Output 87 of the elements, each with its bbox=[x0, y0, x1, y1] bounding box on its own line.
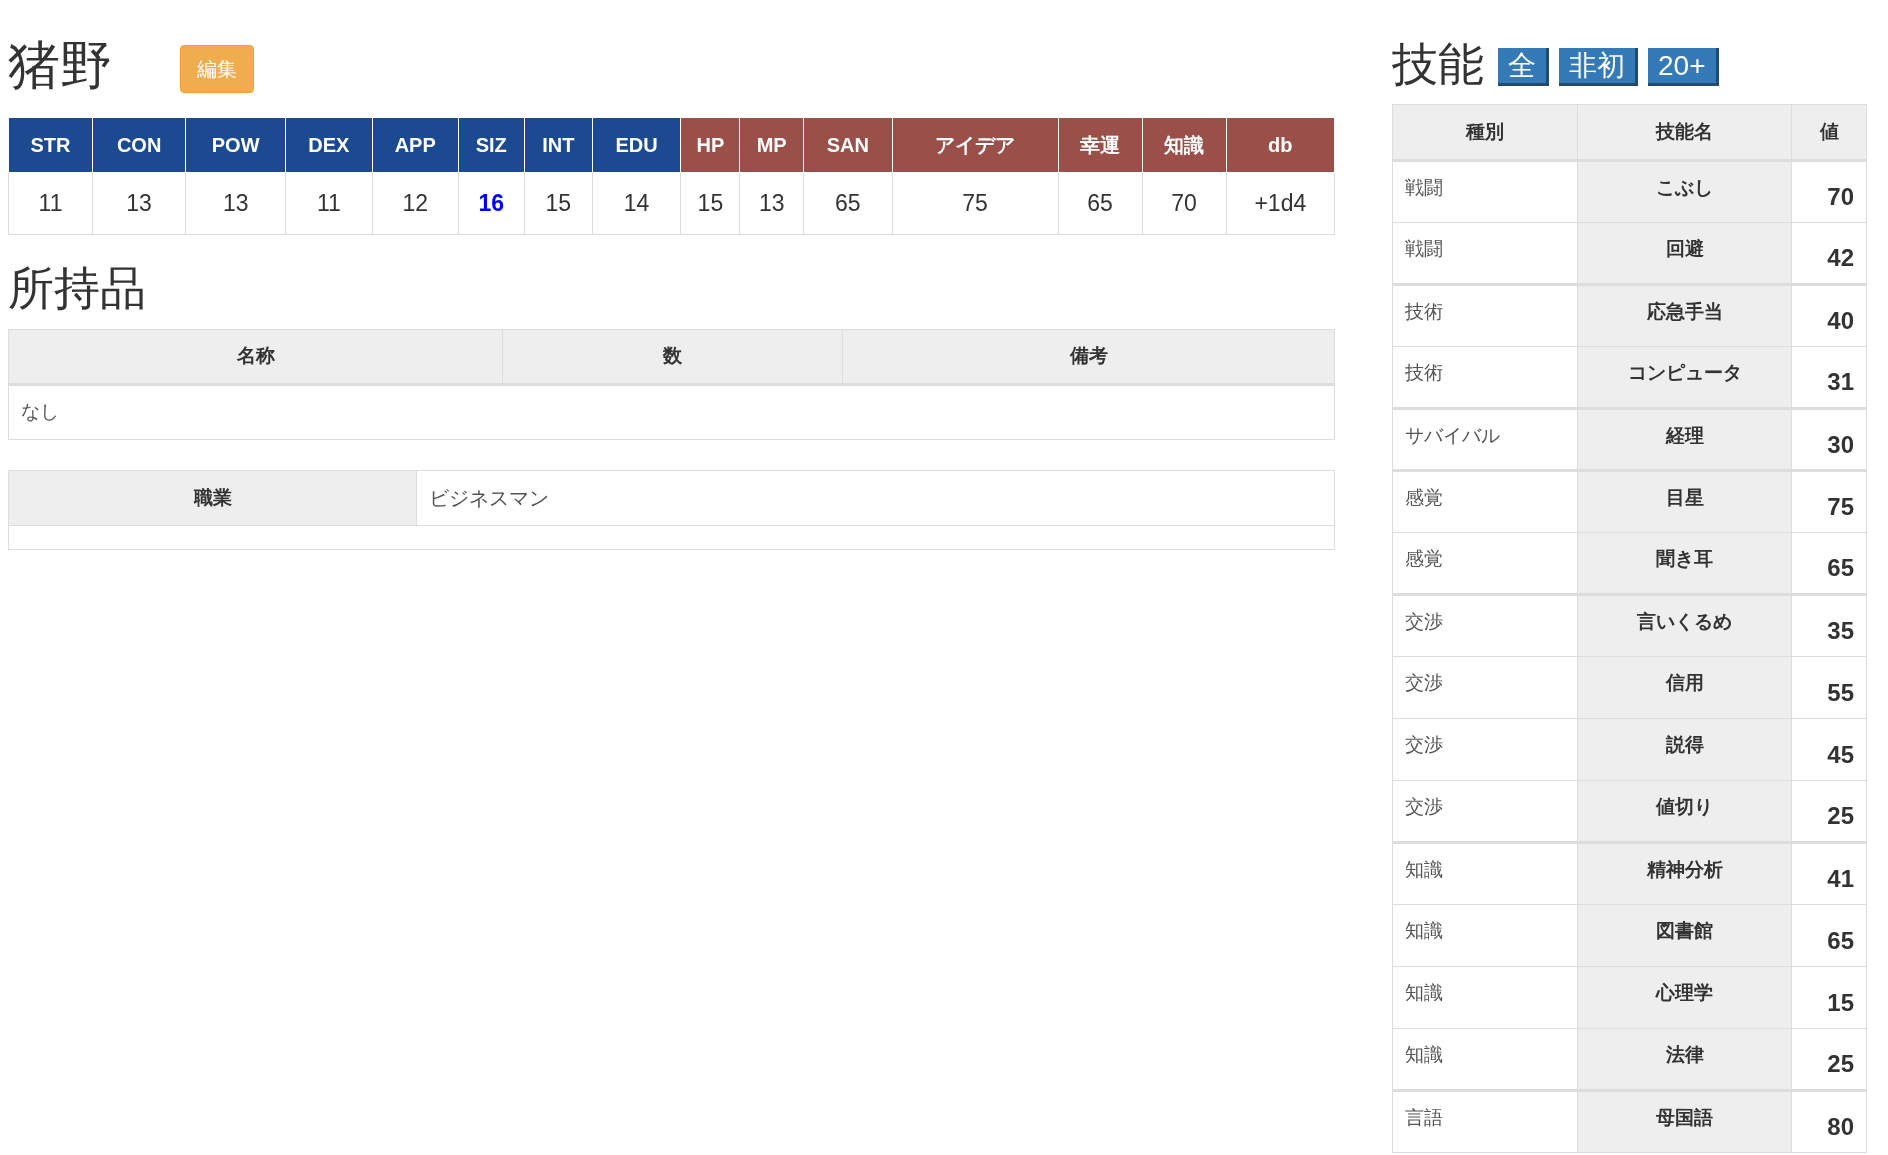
stat-value: 65 bbox=[1058, 172, 1143, 235]
stat-value: 16 bbox=[458, 172, 525, 235]
column-header: 備考 bbox=[842, 329, 1335, 385]
stat-value: 13 bbox=[185, 172, 286, 235]
table-cell: 交渉 bbox=[1392, 780, 1578, 843]
stat-header: アイデア bbox=[892, 117, 1059, 173]
table-cell: 聞き耳 bbox=[1577, 532, 1792, 595]
table-cell: 技術 bbox=[1392, 284, 1578, 347]
table-cell: 知識 bbox=[1392, 966, 1578, 1029]
table-cell: 技術 bbox=[1392, 346, 1578, 409]
stat-header: STR bbox=[8, 117, 93, 173]
stat-header: SAN bbox=[803, 117, 893, 173]
character-name: 猪野 bbox=[8, 39, 112, 91]
column-header: 種別 bbox=[1392, 104, 1578, 161]
table-cell: こぶし bbox=[1577, 160, 1792, 223]
stat-header: INT bbox=[524, 117, 593, 173]
filter-button[interactable]: 非初 bbox=[1559, 48, 1638, 86]
stat-header: EDU bbox=[592, 117, 681, 173]
table-cell: 75 bbox=[1791, 470, 1867, 533]
table-cell: コンピュータ bbox=[1577, 346, 1792, 409]
table-cell: 経理 bbox=[1577, 408, 1792, 471]
table-cell: 感覚 bbox=[1392, 470, 1578, 533]
table-cell: 40 bbox=[1791, 284, 1867, 347]
stat-value: 70 bbox=[1142, 172, 1227, 235]
stat-header: SIZ bbox=[458, 117, 525, 173]
table-cell: サバイバル bbox=[1392, 408, 1578, 471]
table-cell: 戦闘 bbox=[1392, 222, 1578, 285]
table-cell: 65 bbox=[1791, 904, 1867, 967]
table-cell: 45 bbox=[1791, 718, 1867, 781]
table-cell: 感覚 bbox=[1392, 532, 1578, 595]
column-header: 名称 bbox=[8, 329, 503, 385]
filter-button[interactable]: 20+ bbox=[1648, 48, 1719, 86]
stat-header: POW bbox=[185, 117, 286, 173]
stat-header: db bbox=[1226, 117, 1335, 173]
table-cell: 言語 bbox=[1392, 1090, 1578, 1153]
table-cell: 信用 bbox=[1577, 656, 1792, 719]
field-label: 職業 bbox=[8, 470, 417, 526]
table-cell: 70 bbox=[1791, 160, 1867, 223]
stat-value: 75 bbox=[892, 172, 1059, 235]
table-cell: 15 bbox=[1791, 966, 1867, 1029]
stat-value: 65 bbox=[803, 172, 893, 235]
column-header: 技能名 bbox=[1577, 104, 1792, 161]
column-header: 値 bbox=[1791, 104, 1867, 161]
stat-value: 11 bbox=[8, 172, 93, 235]
table-cell: 言いくるめ bbox=[1577, 594, 1792, 657]
table-cell: 55 bbox=[1791, 656, 1867, 719]
stat-value: 13 bbox=[739, 172, 804, 235]
section-heading: 所持品 bbox=[8, 265, 147, 311]
table-cell: 戦闘 bbox=[1392, 160, 1578, 223]
stat-header: APP bbox=[372, 117, 459, 173]
stat-value: 14 bbox=[592, 172, 681, 235]
table-cell: 応急手当 bbox=[1577, 284, 1792, 347]
section-heading: 技能 bbox=[1392, 41, 1484, 87]
table-cell: 目星 bbox=[1577, 470, 1792, 533]
column-header: 数 bbox=[502, 329, 843, 385]
stat-header: CON bbox=[92, 117, 186, 173]
stat-header: MP bbox=[739, 117, 804, 173]
stat-value: 15 bbox=[680, 172, 740, 235]
table-cell: 母国語 bbox=[1577, 1090, 1792, 1153]
stat-value: 11 bbox=[285, 172, 372, 235]
stat-value: 13 bbox=[92, 172, 186, 235]
stat-header: 知識 bbox=[1142, 117, 1227, 173]
table-cell: 回避 bbox=[1577, 222, 1792, 285]
stat-header: 幸運 bbox=[1058, 117, 1143, 173]
table-cell: 知識 bbox=[1392, 904, 1578, 967]
table-cell: 80 bbox=[1791, 1090, 1867, 1153]
table-cell: 交渉 bbox=[1392, 594, 1578, 657]
stat-value: 15 bbox=[524, 172, 593, 235]
table-cell: 法律 bbox=[1577, 1028, 1792, 1091]
table-cell: 交渉 bbox=[1392, 656, 1578, 719]
table-cell: 説得 bbox=[1577, 718, 1792, 781]
filter-button[interactable]: 全 bbox=[1498, 48, 1549, 86]
table-cell: 知識 bbox=[1392, 1028, 1578, 1091]
stat-header: HP bbox=[680, 117, 740, 173]
table-cell: 心理学 bbox=[1577, 966, 1792, 1029]
table-cell: 値切り bbox=[1577, 780, 1792, 843]
table-cell: 知識 bbox=[1392, 842, 1578, 905]
table-cell: 図書館 bbox=[1577, 904, 1792, 967]
stat-value: +1d4 bbox=[1226, 172, 1335, 235]
empty-message: なし bbox=[21, 401, 59, 423]
table-cell: 41 bbox=[1791, 842, 1867, 905]
table-cell: 35 bbox=[1791, 594, 1867, 657]
table-cell: 精神分析 bbox=[1577, 842, 1792, 905]
table-cell: 交渉 bbox=[1392, 718, 1578, 781]
stat-value: 12 bbox=[372, 172, 459, 235]
field-value: ビジネスマン bbox=[416, 470, 1335, 526]
stat-header: DEX bbox=[285, 117, 372, 173]
